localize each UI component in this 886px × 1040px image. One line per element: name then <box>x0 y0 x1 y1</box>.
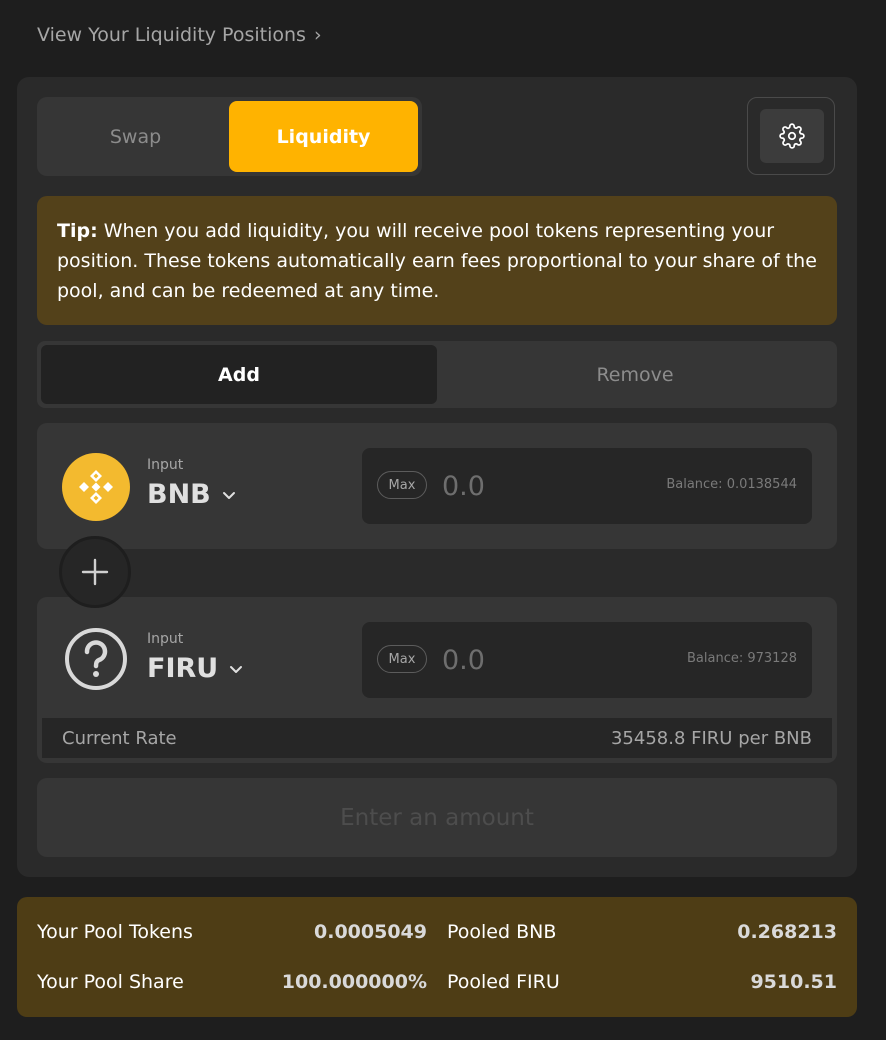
pool-tokens-label: Your Pool Tokens <box>37 921 193 943</box>
current-rate-value: 35458.8 FIRU per BNB <box>610 727 812 749</box>
view-liquidity-positions-link[interactable]: View Your Liquidity Positions › <box>37 24 322 46</box>
token-b-selector[interactable]: FIRU <box>147 653 244 684</box>
tip-text: When you add liquidity, you will receive… <box>57 220 817 302</box>
tip-box: Tip: When you add liquidity, you will re… <box>37 196 837 325</box>
enter-amount-button[interactable]: Enter an amount <box>37 778 837 857</box>
token-b-amount-input[interactable] <box>442 640 622 680</box>
chevron-right-icon: › <box>313 24 322 46</box>
pooled-firu-label: Pooled FIRU <box>447 971 560 993</box>
settings-container <box>747 97 835 175</box>
token-b-balance: Balance: 973128 <box>687 651 797 666</box>
pooled-firu-value: 9510.51 <box>750 971 837 993</box>
token-a-input-label: Input <box>147 457 184 473</box>
bnb-logo-icon <box>62 453 130 521</box>
token-a-max-button[interactable]: Max <box>377 471 427 499</box>
gear-icon <box>779 123 805 149</box>
tab-liquidity[interactable]: Liquidity <box>229 101 418 172</box>
add-remove-toggle: Add Remove <box>37 341 837 408</box>
chevron-down-icon <box>230 665 243 673</box>
main-tabs: Swap Liquidity <box>37 97 422 176</box>
pooled-bnb-value: 0.268213 <box>737 921 837 943</box>
tab-add[interactable]: Add <box>41 345 437 404</box>
plus-button[interactable] <box>59 536 131 608</box>
token-a-amount-input[interactable] <box>442 466 622 506</box>
token-b-input-label: Input <box>147 631 184 647</box>
chevron-down-icon <box>222 491 235 499</box>
token-a-selector[interactable]: BNB <box>147 479 237 510</box>
token-b-card: Input FIRU Max Balance: 973128 Current R… <box>37 597 837 763</box>
pool-share-value: 100.000000% <box>281 971 427 993</box>
liquidity-panel: Swap Liquidity Tip: When you add liquidi… <box>17 77 857 877</box>
unknown-token-icon <box>62 625 130 693</box>
current-rate-label: Current Rate <box>62 727 177 749</box>
pool-share-label: Your Pool Share <box>37 971 184 993</box>
token-b-symbol: FIRU <box>147 653 219 684</box>
pool-tokens-value: 0.0005049 <box>314 921 427 943</box>
settings-button[interactable] <box>760 109 824 163</box>
token-a-card: Input BNB Max Balance: 0.0138544 <box>37 423 837 549</box>
token-b-amount-box: Max Balance: 973128 <box>362 622 812 698</box>
token-a-symbol: BNB <box>147 479 211 510</box>
question-circle-icon <box>65 628 127 690</box>
tab-remove[interactable]: Remove <box>437 345 833 404</box>
plus-icon <box>81 558 109 586</box>
token-b-max-button[interactable]: Max <box>377 645 427 673</box>
tip-label: Tip: <box>57 220 98 242</box>
token-a-balance: Balance: 0.0138544 <box>666 477 797 492</box>
pooled-bnb-label: Pooled BNB <box>447 921 557 943</box>
tab-swap[interactable]: Swap <box>41 101 230 172</box>
token-a-amount-box: Max Balance: 0.0138544 <box>362 448 812 524</box>
current-rate-row: Current Rate 35458.8 FIRU per BNB <box>42 718 832 758</box>
pool-summary: Your Pool Tokens 0.0005049 Pooled BNB 0.… <box>17 897 857 1017</box>
bnb-diamond-icon <box>79 470 113 504</box>
view-liquidity-positions-label: View Your Liquidity Positions <box>37 24 306 46</box>
